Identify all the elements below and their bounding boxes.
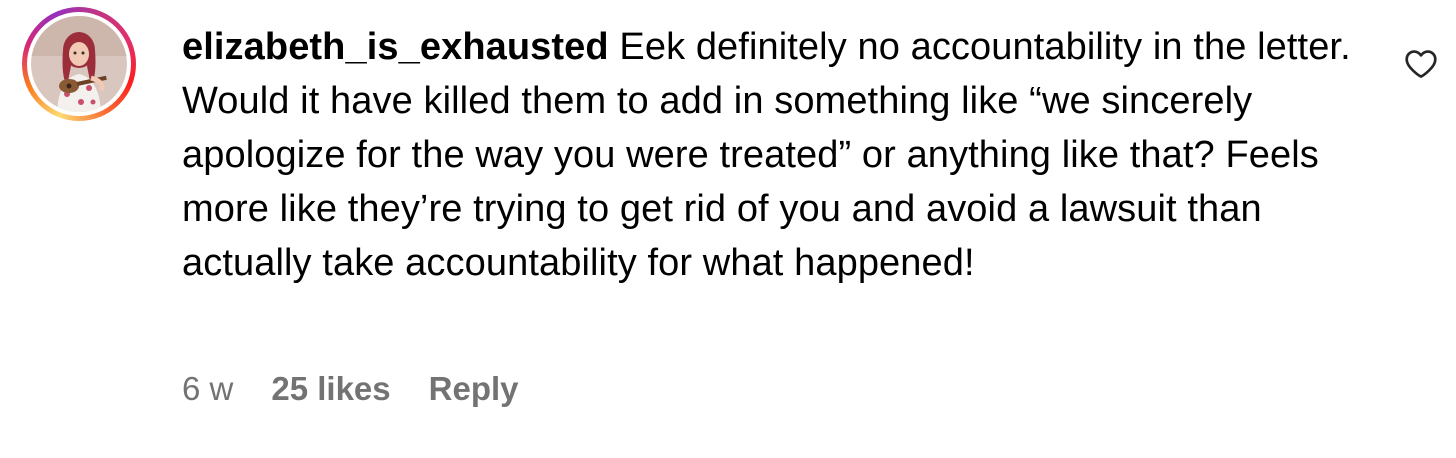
reply-button[interactable]: Reply bbox=[429, 370, 519, 408]
heart-outline-icon[interactable] bbox=[1403, 47, 1439, 81]
comment-timestamp[interactable]: 6 w bbox=[182, 370, 233, 408]
avatar[interactable] bbox=[31, 16, 127, 112]
comment-username[interactable]: elizabeth_is_exhausted bbox=[182, 26, 609, 68]
avatar-frame bbox=[27, 12, 131, 116]
comment-likes-count[interactable]: 25 likes bbox=[271, 370, 390, 408]
comment-meta: 6 w 25 likes Reply bbox=[182, 370, 519, 408]
avatar-story-ring[interactable] bbox=[22, 7, 136, 121]
comment-body: elizabeth_is_exhausted Eek definitely no… bbox=[182, 20, 1362, 290]
